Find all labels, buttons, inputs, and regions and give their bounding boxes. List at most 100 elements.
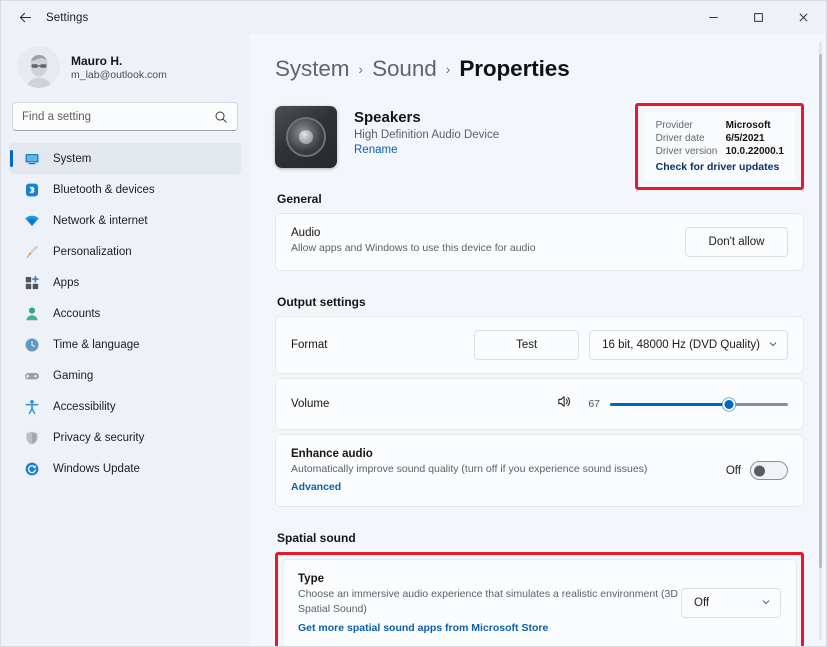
device-header: Speakers High Definition Audio Device Re… [275,103,804,190]
toggle-knob [754,465,765,477]
search-box[interactable] [12,102,238,131]
sidebar-item-gaming[interactable]: Gaming [9,360,241,391]
driver-date-label: Driver date [655,133,705,144]
sidebar-item-personalization[interactable]: Personalization [9,236,241,267]
avatar [18,46,60,88]
sidebar-item-system[interactable]: System [9,143,241,174]
update-refresh-icon [23,460,40,477]
dont-allow-button[interactable]: Don't allow [685,227,788,257]
advanced-link[interactable]: Advanced [291,481,726,493]
sidebar-item-label: Bluetooth & devices [53,183,155,196]
spatial-store-link[interactable]: Get more spatial sound apps from Microso… [298,622,681,634]
settings-window: Settings Mauro H. m_lab@outlook.com Find… [0,0,827,647]
sidebar-item-accessibility[interactable]: Accessibility [9,391,241,422]
spatial-sound-heading: Spatial sound [277,531,356,546]
format-select[interactable]: 16 bit, 48000 Hz (DVD Quality) [589,330,788,360]
sidebar-item-label: System [53,152,92,165]
enhance-audio-toggle[interactable] [750,461,788,481]
sidebar-item-apps[interactable]: Apps [9,267,241,298]
minimize-button[interactable] [691,1,736,34]
minimize-icon [709,17,718,18]
volume-value: 67 [588,398,600,410]
sidebar-item-accounts[interactable]: Accounts [9,298,241,329]
paintbrush-icon [23,243,40,260]
breadcrumb-separator-icon: › [445,61,451,77]
wifi-icon [23,212,40,229]
sidebar-item-label: Privacy & security [53,431,145,444]
slider-fill [610,402,730,406]
driver-version-row: Driver version 10.0.22000.1 [656,146,784,157]
volume-speaker-icon[interactable] [556,393,573,415]
bluetooth-icon [23,181,40,198]
audio-title: Audio [291,227,321,240]
breadcrumb-separator-icon: › [358,61,364,77]
back-arrow-icon [19,12,31,23]
sidebar-item-label: Gaming [53,369,94,382]
volume-title: Volume [291,398,330,410]
audio-subtitle: Allow apps and Windows to use this devic… [291,242,536,255]
chevron-down-icon [761,597,771,609]
accessibility-person-icon [23,398,40,415]
volume-control: 67 [556,393,788,415]
volume-setting-card: Volume 67 [275,378,804,430]
gamepad-icon [23,367,40,384]
sidebar-item-label: Network & internet [53,214,148,227]
breadcrumb: System › Sound › Properties [275,56,804,82]
speaker-icon [275,106,337,168]
sidebar-item-privacy-security[interactable]: Privacy & security [9,422,241,453]
volume-slider[interactable] [610,396,788,412]
driver-provider-label: Provider [655,120,693,131]
spatial-sound-highlight: Type Choose an immersive audio experienc… [275,552,804,646]
title-bar: Settings [1,1,826,34]
spatial-type-subtitle: Choose an immersive audio experience tha… [298,588,678,616]
sidebar-item-label: Personalization [53,245,132,258]
spatial-type-select[interactable]: Off [681,588,781,619]
enhance-audio-toggle-label: Off [725,464,741,477]
enhance-audio-title: Enhance audio [291,448,373,460]
search-input[interactable] [22,110,214,123]
driver-provider-row: Provider Microsoft [656,120,784,131]
driver-info-card: Provider Microsoft Driver date 6/5/2021 … [643,112,795,181]
format-selected-value: 16 bit, 48000 Hz (DVD Quality) [602,339,760,351]
back-button[interactable] [10,4,40,32]
breadcrumb-sound[interactable]: Sound [372,56,437,82]
spatial-type-title: Type [298,573,324,586]
window-controls [691,1,826,34]
sidebar-item-time-language[interactable]: Time & language [9,329,241,360]
close-button[interactable] [781,1,826,34]
maximize-button[interactable] [736,1,781,34]
driver-version-label: Driver version [655,146,718,157]
audio-setting-card: Audio Allow apps and Windows to use this… [275,213,804,271]
format-setting-card: Format Test 16 bit, 48000 Hz (DVD Qualit… [275,316,804,374]
search-icon [215,111,227,123]
driver-version-value: 10.0.22000.1 [725,146,784,157]
slider-thumb[interactable] [722,397,736,411]
sidebar-item-label: Accounts [53,307,101,320]
output-settings-heading: Output settings [277,295,366,309]
format-title: Format [291,339,328,351]
sidebar-item-label: Time & language [53,338,140,351]
sidebar: Mauro H. m_lab@outlook.com Find a settin… [1,34,249,646]
maximize-icon [754,13,763,22]
test-button[interactable]: Test [474,330,580,360]
user-avatar-icon [18,46,60,88]
account-name: Mauro H. [71,53,123,68]
sidebar-item-windows-update[interactable]: Windows Update [9,453,241,484]
main-scrollbar[interactable] [819,42,822,640]
page-title: Properties [459,56,570,81]
account-email: m_lab@outlook.com [71,68,167,81]
chevron-down-icon [768,339,778,351]
spatial-type-card: Type Choose an immersive audio experienc… [282,559,797,646]
check-driver-updates-link[interactable]: Check for driver updates [656,161,784,173]
sidebar-item-label: Windows Update [53,462,140,475]
sidebar-item-label: Apps [53,276,80,289]
scrollbar-thumb[interactable] [819,53,822,569]
spatial-type-selected-value: Off [694,597,710,610]
enhance-audio-card: Enhance audio Automatically improve soun… [275,434,804,508]
breadcrumb-system[interactable]: System [275,56,350,82]
rename-link[interactable]: Rename [354,144,499,156]
sidebar-item-network-internet[interactable]: Network & internet [9,205,241,236]
account-tile[interactable]: Mauro H. m_lab@outlook.com [9,34,241,100]
sidebar-nav: System Bluetooth & devices Network & int… [9,143,241,484]
sidebar-item-bluetooth-devices[interactable]: Bluetooth & devices [9,174,241,205]
